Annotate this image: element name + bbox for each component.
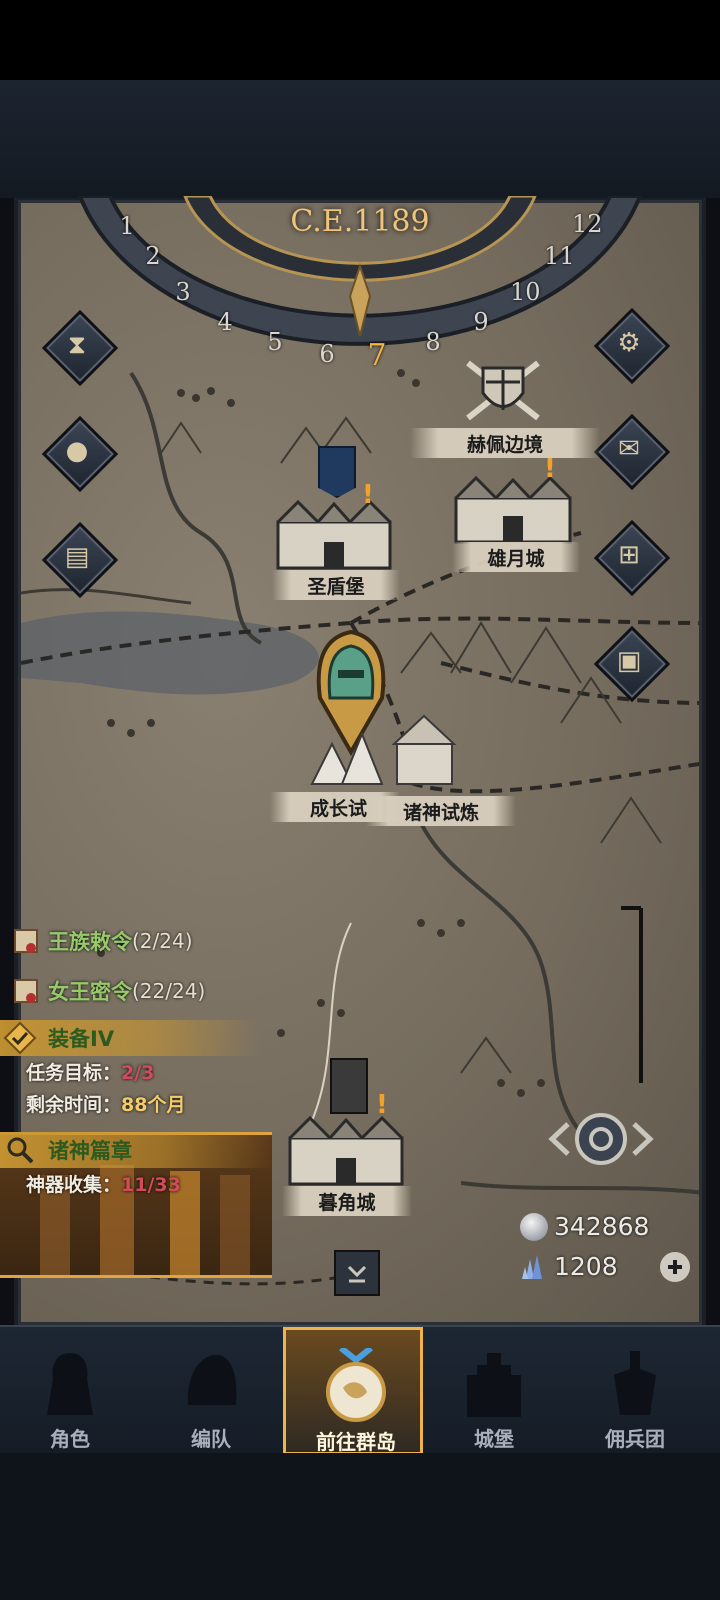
month-3: 3: [175, 278, 191, 306]
hourglass-icon: ⧗: [67, 329, 87, 360]
month-8: 8: [425, 328, 441, 356]
quest-label: 诸神篇章: [48, 1139, 132, 1163]
month-5: 5: [267, 328, 283, 356]
hourglass-button[interactable]: ⧗: [41, 309, 119, 387]
nav-label: 编队: [191, 1427, 231, 1451]
nav-mercenaries[interactable]: 佣兵团: [565, 1327, 705, 1455]
quest-gods-chapter[interactable]: 诸神篇章: [0, 1132, 272, 1168]
scroll-button[interactable]: ▤: [41, 521, 119, 599]
bottom-band: [0, 1453, 720, 1600]
quest-label: 女王密令: [48, 980, 132, 1004]
faction-banner-dark: [330, 1058, 368, 1114]
mail-icon: ✉: [618, 434, 640, 464]
gear-icon: ⚙: [617, 328, 641, 358]
artifact-collection: 神器收集：11/33: [26, 1170, 181, 1197]
month-12: 12: [572, 210, 603, 238]
nav-label: 前往群岛: [316, 1430, 396, 1454]
compass-map-icon: [326, 1348, 386, 1422]
supplies-icon: ▣: [616, 646, 642, 676]
quest-label: 王族敕令: [48, 930, 132, 954]
castle-xiongyue[interactable]: [446, 470, 580, 544]
location-gods-trial[interactable]: 诸神试炼: [366, 796, 516, 826]
artifact-label: 神器收集：: [26, 1174, 122, 1196]
collapse-button[interactable]: [334, 1250, 380, 1296]
faction-banner: [318, 446, 356, 498]
crystal-icon: [522, 1254, 542, 1279]
money-bag-button[interactable]: ●: [41, 415, 119, 493]
quest-equipment[interactable]: 装备IV: [0, 1020, 260, 1056]
mail-button[interactable]: ✉: [593, 413, 671, 491]
silver-amount: 342868: [554, 1212, 650, 1241]
month-1: 1: [119, 212, 135, 240]
month-7-current: 7: [367, 338, 387, 373]
castle-shengdun[interactable]: [268, 492, 400, 572]
target-label: 任务目标：: [26, 1062, 122, 1084]
alert-icon: !: [362, 480, 374, 510]
month-2: 2: [145, 242, 161, 270]
nav-castle[interactable]: 城堡: [424, 1327, 564, 1455]
settings-button[interactable]: ⚙: [593, 307, 671, 385]
castle-mujiao[interactable]: [280, 1110, 412, 1186]
scroll-icon: [8, 974, 44, 1008]
crystal-amount: 1208: [554, 1252, 618, 1281]
window-icon: ⊞: [618, 540, 640, 570]
status-bar: [0, 0, 720, 80]
location-mujiao[interactable]: 暮角城: [282, 1186, 412, 1216]
target-value: 2/3: [121, 1062, 155, 1084]
supplies-button[interactable]: ▣: [593, 625, 671, 703]
crystal-currency: 1208: [520, 1252, 618, 1281]
month-10: 10: [510, 278, 541, 306]
time-value: 88个月: [121, 1094, 186, 1116]
location-shengdun[interactable]: 圣盾堡: [272, 570, 400, 600]
quest-count: (2/24): [132, 929, 193, 953]
quest-queen-order[interactable]: 女王密令 (22/24): [0, 974, 205, 1008]
month-11: 11: [544, 242, 575, 270]
silver-currency: 342868: [520, 1212, 649, 1241]
header-band: [0, 80, 720, 198]
month-4: 4: [217, 308, 233, 336]
window-button[interactable]: ⊞: [593, 519, 671, 597]
quest-label: 装备IV: [48, 1027, 115, 1051]
temple-trial[interactable]: [302, 704, 478, 788]
checkmark-icon: [2, 1021, 38, 1055]
nav-islands[interactable]: 前往群岛: [283, 1327, 423, 1455]
silver-coin-icon: [520, 1212, 548, 1241]
calendar-year: C.E.1189: [290, 204, 430, 239]
locate-control[interactable]: [546, 1104, 656, 1174]
month-6: 6: [319, 340, 335, 368]
month-9: 9: [473, 308, 489, 336]
scroll-icon: [8, 924, 44, 958]
shield-swords-icon: [466, 360, 540, 421]
quest-royal-decree[interactable]: 王族敕令 (2/24): [0, 924, 193, 958]
bottom-nav: 角色 编队 前往群岛 城堡 佣兵团: [0, 1325, 720, 1455]
add-currency-button[interactable]: [660, 1252, 690, 1282]
nav-formation[interactable]: 编队: [141, 1327, 281, 1455]
mercenary-icon: [614, 1351, 656, 1415]
time-label: 剩余时间：: [26, 1094, 122, 1116]
helmet-icon: [187, 1355, 237, 1405]
knight-icon: [47, 1353, 93, 1415]
money-bag-icon: ●: [65, 436, 89, 466]
castle-icon: [467, 1353, 521, 1417]
search-icon: [2, 1133, 38, 1167]
nav-label: 城堡: [474, 1427, 514, 1451]
alert-icon: !: [376, 1090, 388, 1120]
nav-character[interactable]: 角色: [0, 1327, 140, 1455]
artifact-value: 11/33: [121, 1174, 181, 1196]
location-xiongyue[interactable]: 雄月城: [452, 542, 580, 572]
chevron-down-icon: [347, 1265, 367, 1283]
quest-target: 任务目标：2/3: [26, 1058, 154, 1085]
nav-label: 佣兵团: [605, 1427, 665, 1451]
quest-time-remaining: 剩余时间：88个月: [26, 1090, 185, 1117]
plus-icon: [668, 1260, 682, 1274]
location-hepei-border[interactable]: 赫佩边境: [410, 428, 600, 458]
quest-count: (22/24): [132, 979, 206, 1003]
scroll-icon: ▤: [64, 542, 90, 572]
nav-label: 角色: [50, 1427, 90, 1451]
alert-icon: !: [544, 454, 556, 484]
